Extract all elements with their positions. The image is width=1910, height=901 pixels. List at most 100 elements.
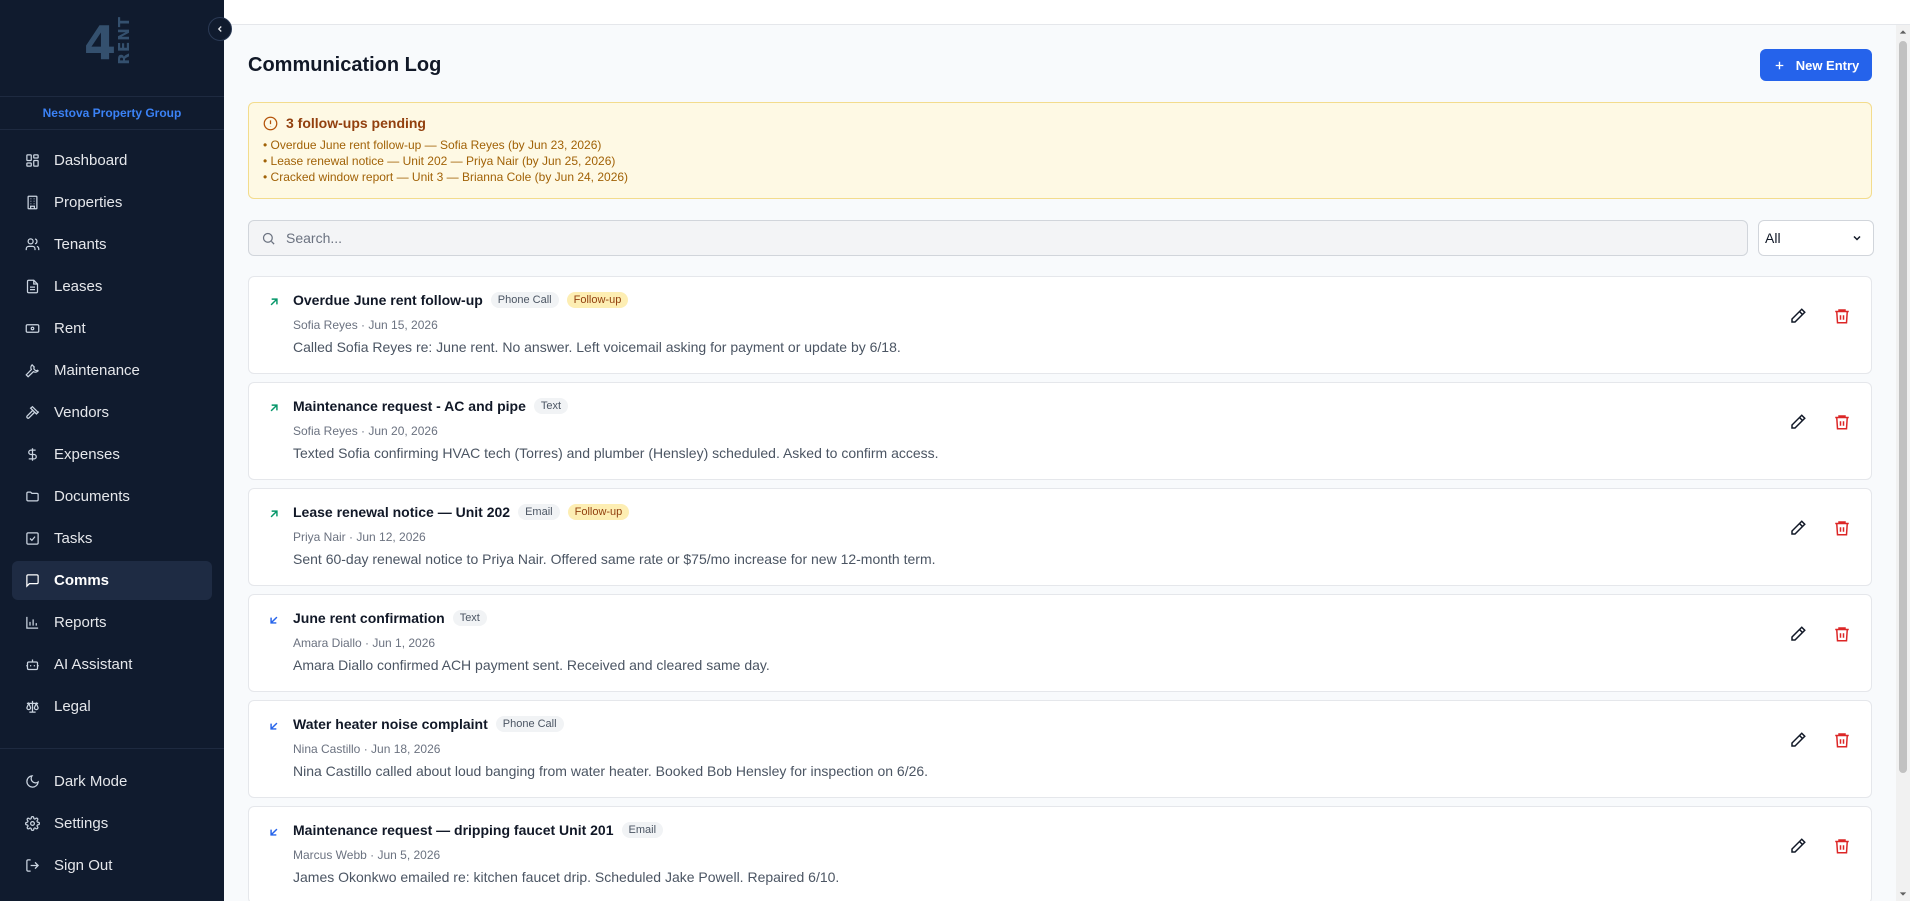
sidebar-item-dashboard[interactable]: Dashboard bbox=[12, 141, 212, 180]
search-input[interactable] bbox=[286, 230, 1686, 246]
pencil-icon[interactable] bbox=[1789, 837, 1807, 855]
entry-title: Maintenance request - AC and pipe bbox=[293, 398, 526, 414]
entry-meta: Priya Nair · Jun 12, 2026 bbox=[293, 530, 426, 544]
logo-number: 4 bbox=[84, 15, 116, 70]
arrow-down-left-icon bbox=[270, 828, 278, 836]
type-filter-select[interactable]: All bbox=[1758, 220, 1874, 256]
trash-icon[interactable] bbox=[1833, 837, 1851, 855]
app-logo: 4 RENT bbox=[84, 16, 133, 67]
sidebar-collapse-button[interactable] bbox=[208, 17, 232, 41]
sidebar-item-label: Legal bbox=[54, 698, 91, 715]
pencil-icon[interactable] bbox=[1789, 731, 1807, 749]
entry-body: Sent 60-day renewal notice to Priya Nair… bbox=[293, 551, 936, 567]
type-badge: Email bbox=[621, 822, 664, 838]
logo-area: 4 RENT bbox=[0, 0, 224, 97]
arrow-up-right-icon bbox=[270, 404, 278, 412]
sidebar-item-label: Reports bbox=[54, 614, 107, 631]
sidebar-item-label: Tenants bbox=[54, 236, 107, 253]
alert-title: 3 follow-ups pending bbox=[286, 115, 426, 131]
list-item: June rent confirmation Text Amara Diallo… bbox=[248, 594, 1872, 692]
entry-meta: Nina Castillo · Jun 18, 2026 bbox=[293, 742, 441, 756]
scroll-thumb[interactable] bbox=[1899, 41, 1907, 773]
list-item: Lease renewal notice — Unit 202 Email Fo… bbox=[248, 488, 1872, 586]
entry-title: Overdue June rent follow-up bbox=[293, 292, 483, 308]
users-icon bbox=[24, 237, 40, 253]
bot-icon bbox=[24, 657, 40, 673]
sidebar-divider bbox=[0, 748, 224, 749]
gear-icon bbox=[24, 816, 40, 832]
sidebar-item-reports[interactable]: Reports bbox=[12, 603, 212, 642]
sidebar-item-maintenance[interactable]: Maintenance bbox=[12, 351, 212, 390]
arrow-up-right-icon bbox=[270, 510, 278, 518]
bar-chart-icon bbox=[24, 615, 40, 631]
trash-icon[interactable] bbox=[1833, 625, 1851, 643]
entry-title: June rent confirmation bbox=[293, 610, 445, 626]
search-row: All bbox=[248, 220, 1874, 256]
sidebar-item-ai-assistant[interactable]: AI Assistant bbox=[12, 645, 212, 684]
pencil-icon[interactable] bbox=[1789, 307, 1807, 325]
list-item: Overdue June rent follow-up Phone Call F… bbox=[248, 276, 1872, 374]
pencil-icon[interactable] bbox=[1789, 413, 1807, 431]
scroll-up-arrow[interactable] bbox=[1896, 25, 1910, 39]
type-badge: Phone Call bbox=[490, 292, 559, 308]
new-entry-label: New Entry bbox=[1795, 57, 1860, 73]
folder-icon bbox=[24, 489, 40, 505]
pencil-icon[interactable] bbox=[1789, 625, 1807, 643]
entry-title: Lease renewal notice — Unit 202 bbox=[293, 504, 511, 520]
alert-item: • Cracked window report — Unit 3 — Brian… bbox=[263, 170, 629, 184]
dollar-icon bbox=[24, 447, 40, 463]
new-entry-button[interactable]: New Entry bbox=[1760, 49, 1872, 81]
sidebar-item-documents[interactable]: Documents bbox=[12, 477, 212, 516]
list-item: Maintenance request - AC and pipe Text S… bbox=[248, 382, 1872, 480]
trash-icon[interactable] bbox=[1833, 731, 1851, 749]
main-content: Communication Log New Entry 3 follow-ups… bbox=[224, 25, 1896, 901]
filter-value: All bbox=[1765, 230, 1781, 246]
checkbox-icon bbox=[24, 531, 40, 547]
sidebar-item-vendors[interactable]: Vendors bbox=[12, 393, 212, 432]
type-badge: Phone Call bbox=[495, 716, 564, 732]
sidebar-item-rent[interactable]: Rent bbox=[12, 309, 212, 348]
sidebar-item-settings[interactable]: Settings bbox=[12, 804, 212, 843]
entries-list: Overdue June rent follow-up Phone Call F… bbox=[248, 276, 1872, 901]
dashboard-icon bbox=[24, 153, 40, 169]
page-title: Communication Log bbox=[248, 54, 442, 76]
building-icon bbox=[24, 195, 40, 211]
sidebar-item-label: Leases bbox=[54, 278, 103, 295]
entry-body: Called Sofia Reyes re: June rent. No ans… bbox=[293, 339, 901, 355]
sidebar-item-legal[interactable]: Legal bbox=[12, 687, 212, 726]
dark-mode-toggle[interactable]: Dark Mode bbox=[12, 762, 212, 801]
sign-out-button[interactable]: Sign Out bbox=[12, 846, 212, 885]
sidebar-item-label: Maintenance bbox=[54, 362, 140, 379]
plus-icon bbox=[1775, 61, 1783, 69]
followup-alert: 3 follow-ups pending • Overdue June rent… bbox=[248, 102, 1872, 199]
trash-icon[interactable] bbox=[1833, 413, 1851, 431]
logo-word: RENT bbox=[115, 16, 134, 65]
sidebar-item-label: Sign Out bbox=[54, 857, 113, 874]
sidebar-item-tenants[interactable]: Tenants bbox=[12, 225, 212, 264]
alert-item: • Lease renewal notice — Unit 202 — Priy… bbox=[263, 154, 616, 168]
entry-body: James Okonkwo emailed re: kitchen faucet… bbox=[293, 869, 840, 885]
sidebar-item-properties[interactable]: Properties bbox=[12, 183, 212, 222]
trash-icon[interactable] bbox=[1833, 307, 1851, 325]
pencil-icon[interactable] bbox=[1789, 519, 1807, 537]
sidebar-item-label: Comms bbox=[54, 572, 110, 589]
hammer-icon bbox=[24, 405, 40, 421]
sidebar: 4 RENT Nestova Property Group Dashboard … bbox=[0, 0, 224, 901]
entry-meta: Amara Diallo · Jun 1, 2026 bbox=[293, 636, 436, 650]
entry-body: Amara Diallo confirmed ACH payment sent.… bbox=[293, 657, 770, 673]
file-text-icon bbox=[24, 279, 40, 295]
scroll-down-arrow[interactable] bbox=[1896, 887, 1910, 901]
arrow-down-left-icon bbox=[270, 616, 278, 624]
sidebar-item-label: Documents bbox=[54, 488, 130, 505]
arrow-up-right-icon bbox=[270, 298, 278, 306]
main-scrollbar[interactable] bbox=[1896, 25, 1910, 901]
sidebar-nav: Dashboard Properties Tenants Leases Rent… bbox=[0, 130, 224, 726]
trash-icon[interactable] bbox=[1833, 519, 1851, 537]
entry-meta: Sofia Reyes · Jun 20, 2026 bbox=[293, 424, 438, 438]
sidebar-item-leases[interactable]: Leases bbox=[12, 267, 212, 306]
sidebar-item-comms[interactable]: Comms bbox=[12, 561, 212, 600]
sidebar-item-tasks[interactable]: Tasks bbox=[12, 519, 212, 558]
alert-circle-icon bbox=[263, 116, 278, 130]
message-icon bbox=[24, 573, 40, 589]
sidebar-item-expenses[interactable]: Expenses bbox=[12, 435, 212, 474]
